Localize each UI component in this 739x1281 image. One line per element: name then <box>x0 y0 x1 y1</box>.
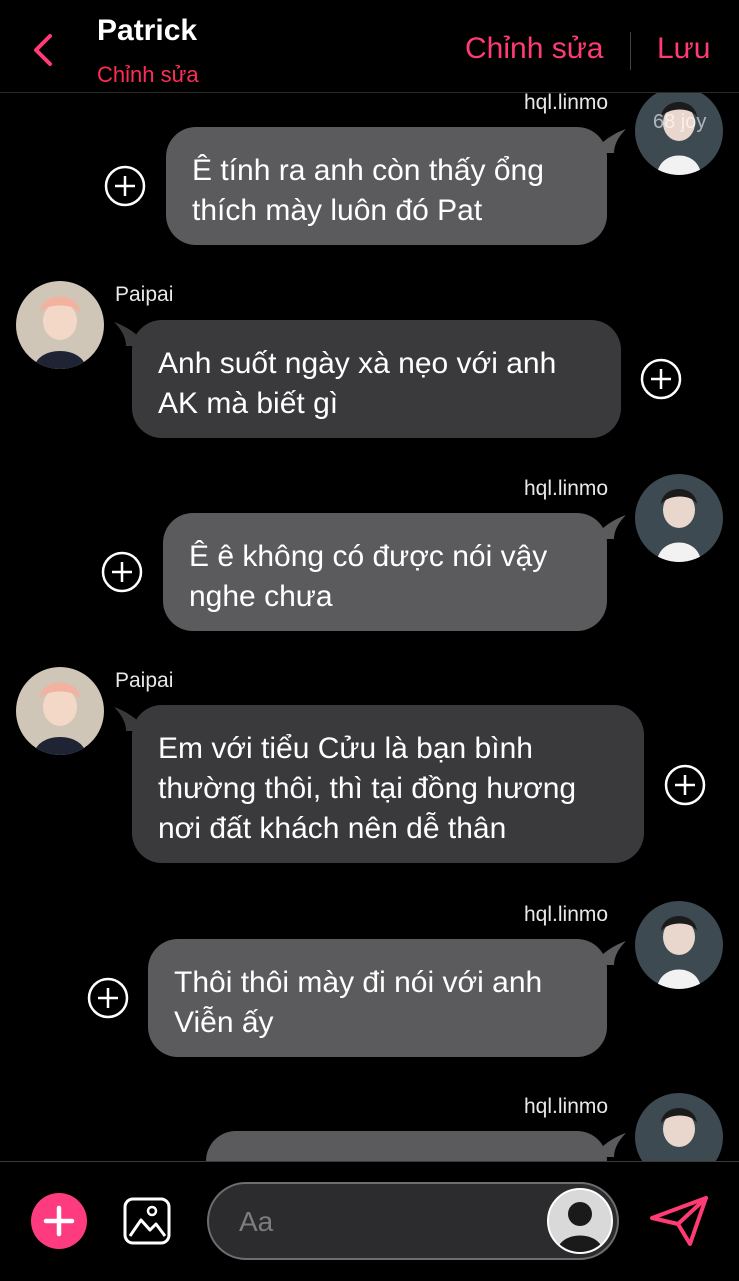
plus-icon <box>43 1205 75 1237</box>
message-input-container[interactable] <box>207 1182 619 1260</box>
message-text-line: Ê ê không có được nói vậy <box>189 540 548 573</box>
message-text-line: thường thôi, thì tại đồng hương <box>158 772 577 805</box>
message-composer <box>0 1161 739 1281</box>
avatar[interactable] <box>635 901 723 989</box>
chat-header: Patrick Chỉnh sửa Chỉnh sửa Lưu <box>0 0 739 93</box>
message-text-line: nơi đất khách nên dễ thân <box>158 812 507 845</box>
message-input[interactable] <box>237 1200 541 1244</box>
header-divider <box>630 32 631 70</box>
send-icon[interactable] <box>648 1194 710 1248</box>
avatar[interactable] <box>16 281 104 369</box>
message-bubble[interactable]: Ê tính ra anh còn thấy ổng thích mày luô… <box>166 127 607 245</box>
add-reaction-icon[interactable] <box>101 551 143 593</box>
message-bubble[interactable]: Thôi thôi mày đi nói với anh Viễn ấy <box>148 939 607 1057</box>
save-button[interactable]: Lưu <box>657 32 710 66</box>
sender-name: Paipai <box>115 283 174 306</box>
sender-name: hql.linmo <box>524 1095 609 1118</box>
message-text-line: nghe chưa <box>189 580 333 613</box>
add-reaction-icon[interactable] <box>104 165 146 207</box>
sender-name: Paipai <box>115 669 174 692</box>
avatar[interactable] <box>635 1093 723 1161</box>
message-bubble[interactable] <box>206 1131 607 1161</box>
avatar[interactable] <box>635 474 723 562</box>
message-bubble[interactable]: Ê ê không có được nói vậy nghe chưa <box>163 513 607 631</box>
edit-button[interactable]: Chỉnh sửa <box>465 32 604 66</box>
message-text-line: Ê tính ra anh còn thấy ổng <box>192 154 544 187</box>
message-text-line: thích mày luôn đó Pat <box>192 194 483 227</box>
sender-name: hql.linmo <box>524 903 609 926</box>
add-reaction-icon[interactable] <box>640 358 682 400</box>
message-list[interactable]: hql.linmo Ê tính ra anh còn thấy ổng thí… <box>0 93 739 1161</box>
contact-name: Patrick <box>97 14 198 47</box>
message-text-line: Thôi thôi mày đi nói với anh <box>174 966 543 999</box>
back-chevron-icon[interactable] <box>28 28 58 72</box>
message-text-line: Viễn ấy <box>174 1006 274 1039</box>
add-reaction-icon[interactable] <box>87 977 129 1019</box>
avatar[interactable]: 68 joy <box>635 93 723 175</box>
message-bubble[interactable]: Em với tiểu Cửu là bạn bình thường thôi,… <box>132 705 644 863</box>
add-reaction-icon[interactable] <box>664 764 706 806</box>
add-button[interactable] <box>31 1193 87 1249</box>
avatar[interactable] <box>16 667 104 755</box>
message-text-line: Anh suốt ngày xà nẹo với anh <box>158 347 557 380</box>
sender-name: hql.linmo <box>524 93 609 114</box>
image-icon[interactable] <box>122 1196 172 1246</box>
message-text-line: AK mà biết gì <box>158 387 339 420</box>
sender-name: hql.linmo <box>524 477 609 500</box>
header-subtitle[interactable]: Chỉnh sửa <box>97 62 199 88</box>
message-text-line: Em với tiểu Cửu là bạn bình <box>158 732 533 765</box>
message-bubble[interactable]: Anh suốt ngày xà nẹo với anh AK mà biết … <box>132 320 621 438</box>
profile-avatar[interactable] <box>547 1188 613 1254</box>
avatar-watermark: 68 joy <box>653 111 707 133</box>
